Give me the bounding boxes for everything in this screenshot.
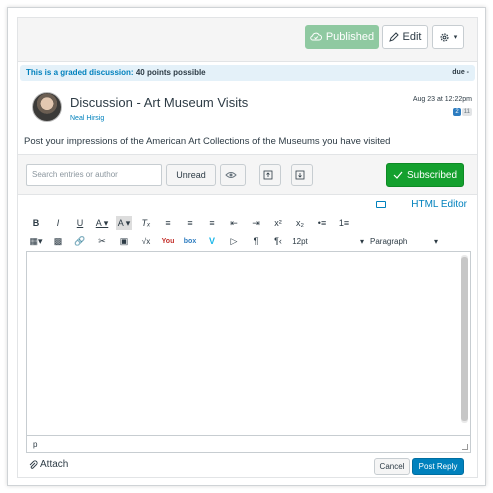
author-link[interactable]: Neal Hirsig [70,115,104,122]
reply-editor[interactable] [26,251,471,436]
editor-statusbar: p [26,436,471,453]
bold-icon[interactable]: B [28,216,44,230]
scrollbar-thumb[interactable] [461,257,468,421]
keyboard-icon[interactable] [376,201,386,208]
subscribed-label: Subscribed [406,169,458,181]
attach-link[interactable]: Attach [28,459,68,470]
paragraph-select[interactable]: Paragraph ▾ [370,234,438,248]
media-icon[interactable]: ▩ [50,234,66,248]
indent-icon[interactable]: ⇥ [248,216,264,230]
chevron-down-icon: ▾ [433,236,438,246]
eye-icon [225,172,237,178]
record-media-icon[interactable]: ▷ [226,234,242,248]
underline-icon[interactable]: U [72,216,88,230]
post-reply-button[interactable]: Post Reply [412,458,464,475]
edit-label: Edit [402,31,422,43]
cancel-button[interactable]: Cancel [374,458,410,475]
checkmark-icon [393,171,403,179]
expand-replies-button[interactable] [291,164,313,186]
youtube-icon[interactable]: You [160,234,176,248]
numbered-list-icon[interactable]: 1≡ [336,216,352,230]
discussion-title: Discussion - Art Museum Visits [70,95,249,110]
window-frame: Published Edit ▾ This is a graded discus… [7,7,486,486]
collapse-replies-button[interactable] [259,164,281,186]
due-text: due - [452,69,469,76]
font-size-value: 12pt [292,236,308,246]
editor-toolbar-row-2: ▦▾ ▩ 🔗 ✂ ▣ √x You box V ▷ ¶ ¶‹ 12pt ▾ Par… [28,234,444,248]
settings-menu-button[interactable]: ▾ [432,25,464,49]
total-count-badge: 11 [461,108,472,116]
subscript-icon[interactable]: x₂ [292,216,308,230]
search-input[interactable]: Search entries or author [26,164,162,186]
background-color-icon[interactable]: A ▾ [116,216,132,230]
paragraph-value: Paragraph [370,236,408,246]
align-right-icon[interactable]: ≡ [204,216,220,230]
ltr-icon[interactable]: ¶ [248,234,264,248]
discussion-panel: Published Edit ▾ This is a graded discus… [17,17,478,478]
graded-banner: This is a graded discussion: 40 points p… [20,65,475,81]
rtl-icon[interactable]: ¶‹ [270,234,286,248]
paperclip-icon [29,460,38,469]
pencil-icon [388,32,399,42]
chevron-down-icon: ▾ [359,236,364,246]
link-icon[interactable]: 🔗 [72,234,88,248]
avatar[interactable] [32,92,62,122]
bullet-list-icon[interactable]: •≡ [314,216,330,230]
editor-toolbar-row-1: B I U A ▾ A ▾ Tₓ ≡ ≡ ≡ ⇤ ⇥ x² x₂ •≡ 1≡ [28,216,358,230]
unread-button[interactable]: Unread [166,164,216,186]
unread-count-badge: 2 [453,108,461,116]
published-button[interactable]: Published [305,25,379,49]
discussion-controls: Search entries or author Unread Subscrib… [18,154,477,195]
editor-scrollbar[interactable] [461,255,468,423]
discussion-message: Post your impressions of the American Ar… [24,136,391,147]
reply-counts: 2 11 [453,108,472,116]
element-path[interactable]: p [33,440,37,449]
text-color-icon[interactable]: A ▾ [94,216,110,230]
html-editor-link[interactable]: HTML Editor [411,199,467,210]
graded-text: This is a graded discussion: [26,68,134,77]
published-label: Published [325,31,375,43]
vimeo-icon[interactable]: V [204,234,220,248]
edit-button[interactable]: Edit [382,25,428,49]
image-icon[interactable]: ▣ [116,234,132,248]
clear-formatting-icon[interactable]: Tₓ [138,216,154,230]
outdent-icon[interactable]: ⇤ [226,216,242,230]
top-toolbar: Published Edit ▾ [18,18,477,62]
italic-icon[interactable]: I [50,216,66,230]
cloud-check-icon [310,32,322,41]
mark-read-button[interactable] [220,164,246,186]
superscript-icon[interactable]: x² [270,216,286,230]
chevron-down-icon: ▾ [453,34,458,41]
box-icon[interactable]: box [182,234,198,248]
align-center-icon[interactable]: ≡ [182,216,198,230]
gear-icon [440,32,449,42]
arrow-down-icon [295,170,305,180]
subscribed-button[interactable]: Subscribed [386,163,464,187]
equation-icon[interactable]: √x [138,234,154,248]
arrow-up-icon [263,170,273,180]
table-icon[interactable]: ▦▾ [28,234,44,248]
font-size-select[interactable]: 12pt ▾ [292,234,364,248]
points-text: 40 points possible [135,68,206,77]
align-left-icon[interactable]: ≡ [160,216,176,230]
post-date: Aug 23 at 12:22pm [412,96,472,103]
attach-label: Attach [40,459,69,470]
unlink-icon[interactable]: ✂ [94,234,110,248]
resize-handle[interactable] [462,444,468,450]
